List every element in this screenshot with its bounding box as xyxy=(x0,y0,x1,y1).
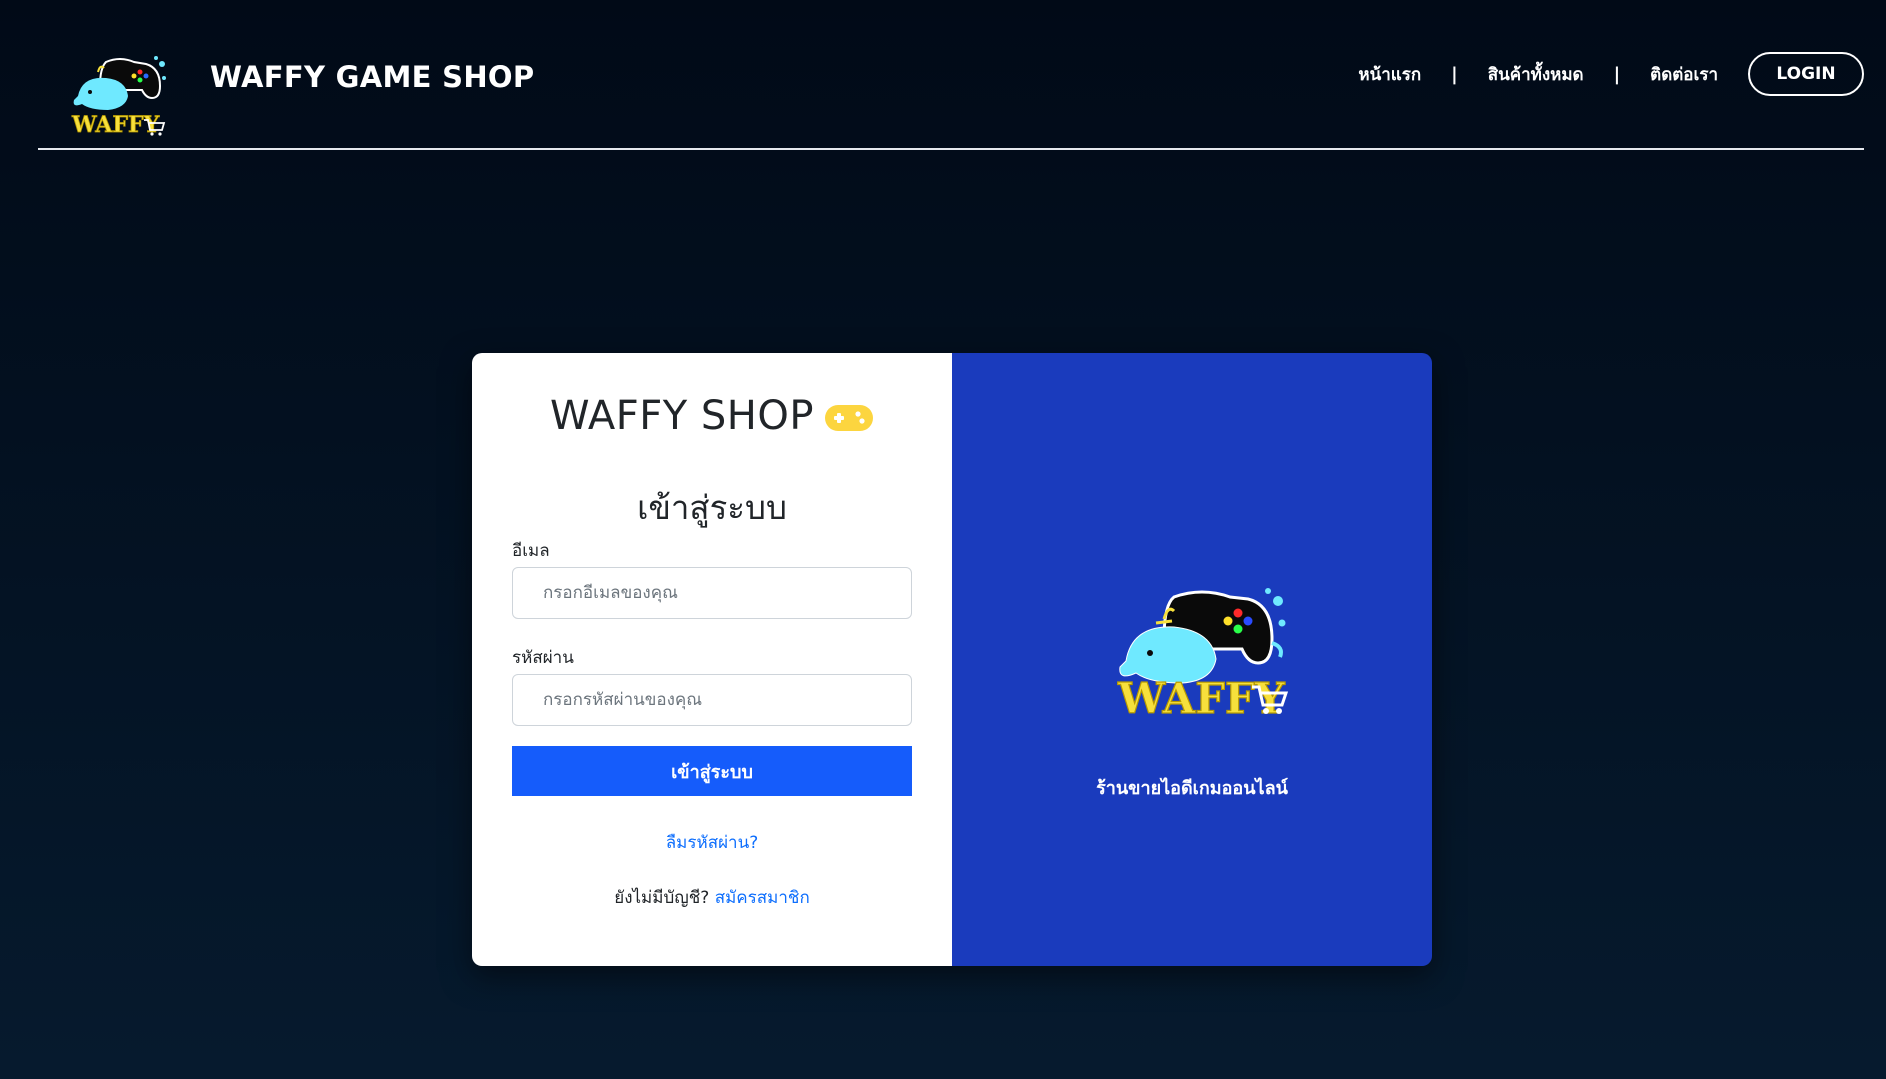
shop-title-text: WAFFY SHOP xyxy=(550,393,814,439)
header-login-button[interactable]: LOGIN xyxy=(1748,52,1864,96)
shop-title: WAFFY SHOP xyxy=(472,393,952,439)
login-heading: เข้าสู่ระบบ xyxy=(637,488,787,527)
gamepad-icon xyxy=(824,405,873,431)
login-card: WAFFY SHOP เข้าสู่ระบบ อีเมล รหัสผ่าน เข… xyxy=(472,353,1432,966)
email-input[interactable] xyxy=(512,567,912,619)
top-navbar: WAFFY WAFFY GAME SHOP หน้าแรก | สินค้าทั… xyxy=(38,0,1864,150)
branding-panel: WAFFY ร้านขายไอดีเกมออนไลน์ xyxy=(952,353,1432,966)
nav-separator: | xyxy=(1451,63,1458,85)
shop-tagline: ร้านขายไอดีเกมออนไลน์ xyxy=(1096,778,1288,799)
password-label: รหัสผ่าน xyxy=(512,648,574,668)
no-account-text: ยังไม่มีบัญชี? xyxy=(614,888,710,908)
signup-row: ยังไม่มีบัญชี? สมัครสมาชิก xyxy=(472,884,952,911)
forgot-password-link[interactable]: ลืมรหัสผ่าน? xyxy=(472,829,952,856)
signup-link[interactable]: สมัครสมาชิก xyxy=(715,888,810,908)
nav-contact[interactable]: ติดต่อเรา xyxy=(1650,61,1718,88)
login-form-panel: WAFFY SHOP เข้าสู่ระบบ อีเมล รหัสผ่าน เข… xyxy=(472,353,952,966)
waffy-big-logo: WAFFY xyxy=(1116,588,1289,723)
nav-products[interactable]: สินค้าทั้งหมด xyxy=(1488,61,1584,88)
logo-text: WAFFY xyxy=(71,112,160,136)
main-nav: หน้าแรก | สินค้าทั้งหมด | ติดต่อเรา LOGI… xyxy=(1358,50,1864,98)
waffy-logo[interactable]: WAFFY xyxy=(68,52,168,136)
nav-separator: | xyxy=(1613,63,1621,85)
brand-title[interactable]: WAFFY GAME SHOP xyxy=(210,60,534,94)
email-label: อีเมล xyxy=(512,541,550,561)
login-submit-button[interactable]: เข้าสู่ระบบ xyxy=(512,746,912,796)
password-input[interactable] xyxy=(512,674,912,726)
nav-home[interactable]: หน้าแรก xyxy=(1358,61,1421,88)
